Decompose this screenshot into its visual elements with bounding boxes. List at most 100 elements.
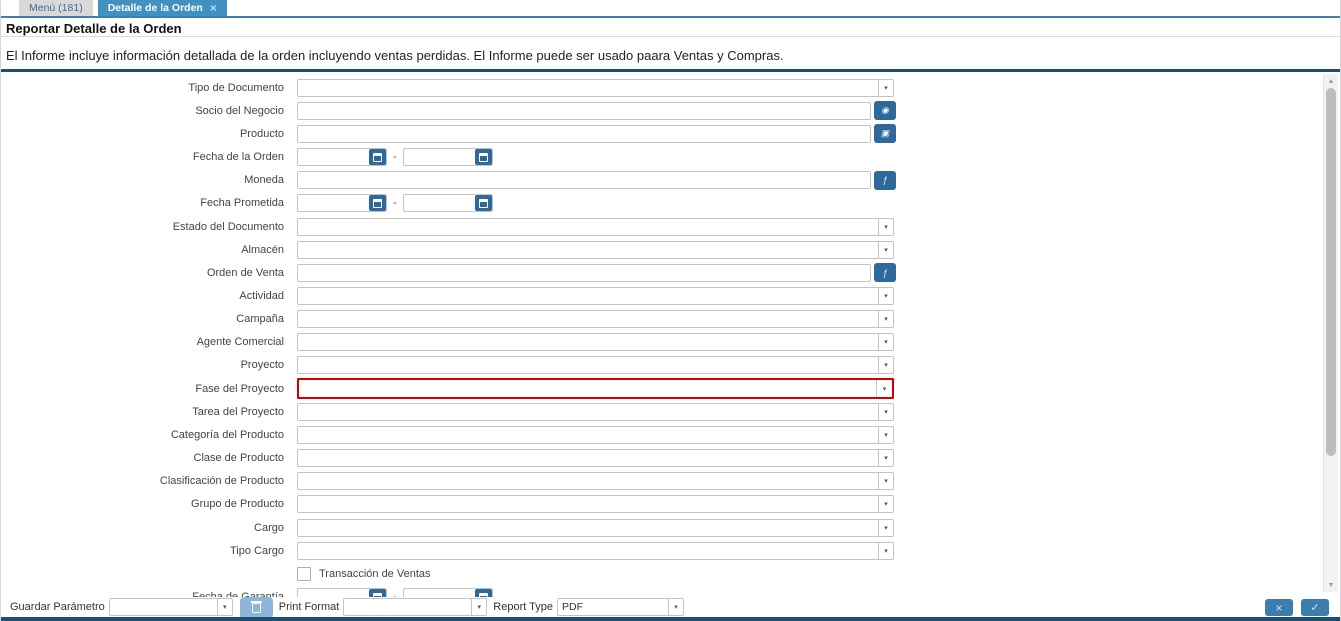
- socio-del-negocio-search-button[interactable]: ◉: [874, 101, 896, 121]
- transaccion-de-ventas-checkbox[interactable]: [297, 566, 311, 581]
- actividad-combobox[interactable]: ▾: [297, 286, 894, 305]
- fecha-de-la-orden-from-input[interactable]: [298, 149, 369, 165]
- almacen-input[interactable]: [297, 240, 878, 259]
- tipo-cargo-dropdown-button[interactable]: ▾: [878, 541, 894, 560]
- report-type-combobox[interactable]: PDF ▾: [557, 598, 685, 616]
- fase-del-proyecto-input[interactable]: [299, 380, 876, 398]
- clasificacion-de-producto-dropdown-button[interactable]: ▾: [878, 472, 894, 491]
- almacen-dropdown-button[interactable]: ▾: [878, 240, 894, 259]
- socio-del-negocio-input[interactable]: [297, 101, 871, 120]
- tipo-de-documento-input[interactable]: [297, 78, 878, 97]
- confirm-button[interactable]: ✓: [1301, 599, 1329, 616]
- cargo-input[interactable]: [297, 518, 878, 537]
- fecha-prometida-from-input[interactable]: [298, 195, 369, 211]
- fecha-de-la-orden-to-calendar-button[interactable]: [474, 149, 492, 166]
- fecha-de-la-orden-from-datefield[interactable]: [297, 148, 387, 167]
- field-label-cargo: Cargo: [254, 521, 284, 534]
- cargo-dropdown-button[interactable]: ▾: [878, 518, 894, 537]
- fecha-prometida-to-input[interactable]: [404, 195, 475, 211]
- tab-detalle-de-la-orden[interactable]: Detalle de la Orden ×: [97, 0, 227, 16]
- fecha-de-garantia-to-calendar-button[interactable]: [474, 589, 492, 597]
- cancel-button[interactable]: ×: [1265, 599, 1293, 616]
- proyecto-input[interactable]: [297, 356, 878, 375]
- sales-order-icon: ƒ: [882, 267, 888, 278]
- print-format-combobox[interactable]: ▾: [343, 598, 488, 616]
- field-label-fecha-prometida: Fecha Prometida: [200, 197, 284, 210]
- cargo-combobox[interactable]: ▾: [297, 518, 894, 537]
- fecha-de-la-orden-from-calendar-button[interactable]: [369, 149, 386, 166]
- categoria-del-producto-input[interactable]: [297, 425, 878, 444]
- fecha-de-garantia-to-input[interactable]: [404, 589, 475, 597]
- fecha-prometida-to-datefield[interactable]: [402, 194, 493, 213]
- tipo-de-documento-dropdown-button[interactable]: ▾: [878, 78, 894, 97]
- close-icon[interactable]: ×: [210, 2, 217, 14]
- clasificacion-de-producto-input[interactable]: [297, 472, 878, 491]
- tipo-de-documento-combobox[interactable]: ▾: [297, 78, 894, 97]
- grupo-de-producto-input[interactable]: [297, 495, 878, 514]
- tab-menu[interactable]: Menú (181): [19, 0, 93, 16]
- fecha-de-la-orden-to-input[interactable]: [404, 149, 475, 165]
- estado-del-documento-dropdown-button[interactable]: ▾: [878, 217, 894, 236]
- grupo-de-producto-combobox[interactable]: ▾: [297, 495, 894, 514]
- report-type-label: Report Type: [493, 601, 554, 613]
- save-parameter-combobox[interactable]: ▾: [108, 598, 233, 616]
- tarea-del-proyecto-combobox[interactable]: ▾: [297, 402, 894, 421]
- clase-de-producto-combobox[interactable]: ▾: [297, 449, 894, 468]
- fecha-de-garantia-from-calendar-button[interactable]: [369, 589, 386, 597]
- report-type-input[interactable]: PDF: [557, 598, 669, 616]
- fecha-de-garantia-control: -: [297, 588, 493, 597]
- print-format-dropdown-button[interactable]: ▾: [471, 598, 488, 616]
- fase-del-proyecto-dropdown-button[interactable]: ▾: [876, 380, 892, 398]
- proyecto-combobox[interactable]: ▾: [297, 356, 894, 375]
- agente-comercial-dropdown-button[interactable]: ▾: [878, 333, 894, 352]
- parameter-form-panel: Tipo de Documento ▾ Socio del Negocio ◉ Prod…: [2, 72, 1322, 597]
- categoria-del-producto-dropdown-button[interactable]: ▾: [878, 425, 894, 444]
- fecha-de-garantia-from-datefield[interactable]: [297, 588, 387, 597]
- tipo-cargo-input[interactable]: [297, 541, 878, 560]
- categoria-del-producto-combobox[interactable]: ▾: [297, 425, 894, 444]
- proyecto-dropdown-button[interactable]: ▾: [878, 356, 894, 375]
- fecha-prometida-to-calendar-button[interactable]: [474, 195, 492, 212]
- producto-search-button[interactable]: ▣: [874, 124, 896, 144]
- orden-de-venta-input[interactable]: [297, 263, 871, 282]
- fecha-de-la-orden-to-datefield[interactable]: [402, 148, 493, 167]
- fecha-prometida-from-datefield[interactable]: [297, 194, 387, 213]
- fecha-de-la-orden-control: -: [297, 148, 493, 167]
- grupo-de-producto-dropdown-button[interactable]: ▾: [878, 495, 894, 514]
- save-parameter-dropdown-button[interactable]: ▾: [216, 598, 233, 616]
- report-type-dropdown-button[interactable]: ▾: [668, 598, 685, 616]
- clase-de-producto-dropdown-button[interactable]: ▾: [878, 449, 894, 468]
- clase-de-producto-input[interactable]: [297, 449, 878, 468]
- moneda-search-button[interactable]: ƒ: [874, 170, 896, 190]
- actividad-dropdown-button[interactable]: ▾: [878, 286, 894, 305]
- fecha-de-garantia-from-input[interactable]: [298, 589, 369, 597]
- campana-input[interactable]: [297, 310, 878, 329]
- estado-del-documento-combobox[interactable]: ▾: [297, 217, 894, 236]
- business-partner-icon: ◉: [881, 105, 889, 116]
- campana-combobox[interactable]: ▾: [297, 310, 894, 329]
- tarea-del-proyecto-input[interactable]: [297, 402, 878, 421]
- field-label-socio-del-negocio: Socio del Negocio: [195, 104, 284, 117]
- clasificacion-de-producto-combobox[interactable]: ▾: [297, 472, 894, 491]
- actividad-input[interactable]: [297, 286, 878, 305]
- moneda-input[interactable]: [297, 171, 871, 190]
- estado-del-documento-input[interactable]: [297, 217, 878, 236]
- agente-comercial-input[interactable]: [297, 333, 878, 352]
- save-parameter-input[interactable]: [108, 598, 217, 616]
- print-format-input[interactable]: [343, 598, 472, 616]
- scroll-up-icon[interactable]: ▲: [1324, 75, 1338, 87]
- tipo-cargo-combobox[interactable]: ▾: [297, 541, 894, 560]
- producto-input[interactable]: [297, 124, 871, 143]
- scroll-down-icon[interactable]: ▼: [1324, 579, 1338, 591]
- tarea-del-proyecto-dropdown-button[interactable]: ▾: [878, 402, 894, 421]
- campana-dropdown-button[interactable]: ▾: [878, 310, 894, 329]
- agente-comercial-combobox[interactable]: ▾: [297, 333, 894, 352]
- vertical-scrollbar[interactable]: ▲ ▼: [1323, 74, 1338, 592]
- scrollbar-thumb[interactable]: [1326, 88, 1336, 456]
- almacen-combobox[interactable]: ▾: [297, 240, 894, 259]
- fecha-prometida-from-calendar-button[interactable]: [369, 195, 386, 212]
- fecha-de-garantia-to-datefield[interactable]: [402, 588, 493, 597]
- delete-parameter-button[interactable]: [239, 597, 273, 619]
- fase-del-proyecto-combobox[interactable]: ▾: [297, 378, 894, 400]
- orden-de-venta-search-button[interactable]: ƒ: [874, 263, 896, 283]
